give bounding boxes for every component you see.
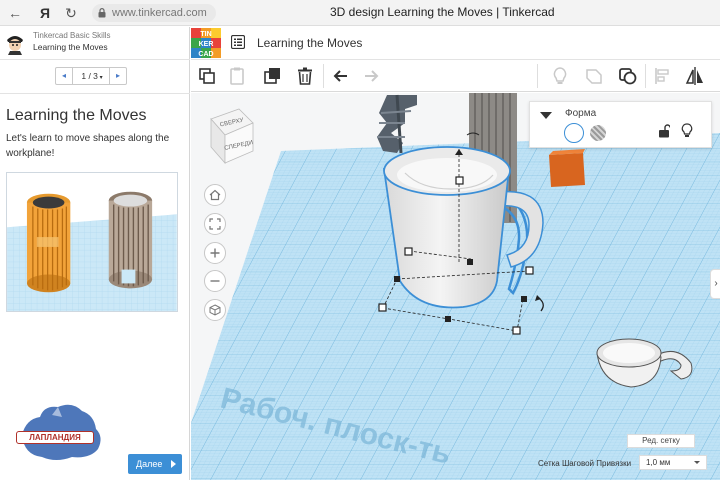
avatar [4, 31, 26, 55]
browser-bar: ← Я ↻ www.tinkercad.com 3D design Learni… [0, 0, 720, 26]
next-button[interactable]: Далее [128, 454, 182, 474]
window-title: 3D design Learning the Moves | Tinkercad [330, 5, 555, 19]
workplane-scene[interactable]: Рабоч. плоск-ть [191, 93, 720, 480]
lightbulb-icon[interactable] [550, 66, 570, 86]
arrow-right-icon [171, 460, 176, 468]
lesson-panel: Tinkercad Basic Skills Learning the Move… [0, 27, 190, 480]
toolbar-separator [645, 64, 646, 88]
expand-right-panel-button[interactable]: › [710, 269, 720, 299]
duplicate-icon[interactable] [263, 66, 283, 86]
back-icon[interactable]: ← [6, 4, 24, 22]
solid-color-swatch[interactable] [564, 123, 584, 143]
lock-icon [98, 8, 106, 18]
toolbar-separator [323, 64, 324, 88]
snap-grid-value: 1,0 мм [646, 458, 671, 467]
hole-swatch[interactable] [590, 125, 606, 141]
view-cube[interactable]: СВЕРХУ СПЕРЕДИ [205, 107, 255, 165]
lesson-illustration [6, 172, 178, 312]
collapse-arrow-icon[interactable] [540, 112, 552, 119]
tinkercad-logo[interactable]: TIN KER CAD [191, 28, 221, 58]
pager-dropdown[interactable]: 1 / 3 ▾ [74, 68, 110, 86]
design-list-icon[interactable] [231, 35, 245, 49]
workspace-3d[interactable]: Рабоч. плоск-ть СВЕРХУ СПЕРЕДИ Форма › Р… [191, 93, 720, 480]
dropdown-arrow-icon [694, 461, 700, 464]
logo-row-1: TIN [200, 31, 211, 38]
edit-grid-button[interactable]: Ред. сетку [627, 434, 695, 448]
paste-icon[interactable] [227, 66, 247, 86]
lightbulb-icon[interactable] [681, 123, 693, 139]
ungroup-icon[interactable] [618, 66, 638, 86]
snap-grid-select[interactable]: 1,0 мм [639, 455, 707, 470]
mirror-icon[interactable] [685, 66, 705, 86]
redo-icon[interactable] [361, 66, 381, 86]
fit-icon [209, 218, 221, 230]
next-button-label: Далее [136, 459, 163, 469]
lesson-name: Learning the Moves [33, 42, 108, 52]
cube-icon [209, 304, 221, 316]
copy-icon[interactable] [197, 66, 217, 86]
home-view-button[interactable] [204, 184, 226, 206]
address-bar[interactable]: www.tinkercad.com [92, 4, 216, 22]
trash-icon[interactable] [295, 66, 315, 86]
divider [0, 93, 190, 94]
logo-row-2: KER [199, 41, 214, 48]
lesson-description: Let's learn to move shapes along the wor… [6, 133, 170, 159]
pager-prev-button[interactable]: ◂ [56, 68, 73, 84]
yandex-icon[interactable]: Я [36, 4, 54, 22]
perspective-button[interactable] [204, 299, 226, 321]
fit-view-button[interactable] [204, 213, 226, 235]
url-text: www.tinkercad.com [112, 7, 207, 19]
plus-icon [210, 248, 220, 258]
lesson-pager: ◂ 1 / 3 ▾ ▸ [55, 67, 127, 85]
pager-label: 1 / 3 [81, 71, 98, 81]
lesson-header: Tinkercad Basic Skills Learning the Move… [0, 27, 190, 60]
align-icon[interactable] [652, 66, 672, 86]
lesson-title: Learning the Moves [6, 107, 147, 124]
shape-panel-title: Форма [565, 108, 597, 119]
logo-row-3: CAD [198, 51, 213, 58]
design-title[interactable]: Learning the Moves [257, 36, 362, 50]
unlock-icon[interactable] [658, 124, 670, 138]
minus-icon [210, 280, 220, 282]
group-icon[interactable] [584, 66, 604, 86]
reload-icon[interactable]: ↻ [62, 4, 80, 22]
app-header: TIN KER CAD Learning the Moves [191, 27, 720, 60]
course-name: Tinkercad Basic Skills [33, 31, 111, 40]
orange-box-object[interactable] [549, 149, 585, 187]
pager-next-button[interactable]: ▸ [109, 68, 126, 84]
snap-grid-label: Сетка Шаговой Привязки [538, 459, 632, 468]
zoom-in-button[interactable] [204, 242, 226, 264]
home-icon [209, 189, 221, 201]
lapland-watermark-text: ЛАПЛАНДИЯ [16, 431, 94, 444]
toolbar [191, 60, 720, 92]
shape-inspector: Форма [529, 101, 712, 148]
zoom-out-button[interactable] [204, 270, 226, 292]
undo-icon[interactable] [331, 66, 351, 86]
toolbar-separator [537, 64, 538, 88]
